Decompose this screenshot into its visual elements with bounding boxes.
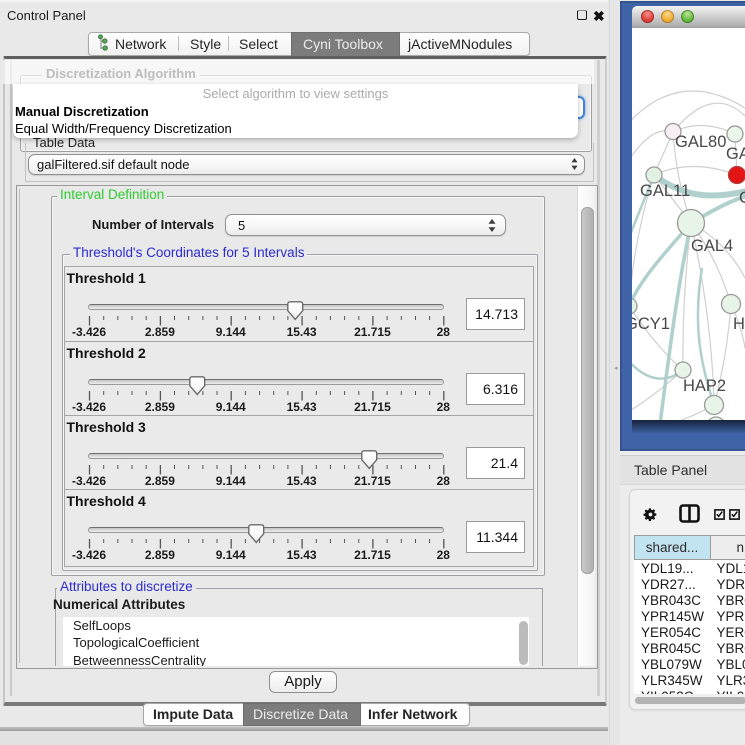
svg-text:HAP2: HAP2 — [683, 377, 726, 395]
svg-text:GAL80: GAL80 — [675, 133, 726, 151]
svg-text:GCY1: GCY1 — [632, 315, 670, 333]
svg-text:GAL4: GAL4 — [691, 237, 733, 255]
svg-text:H: H — [733, 315, 745, 333]
svg-text:GAL11: GAL11 — [640, 182, 690, 200]
svg-text:GA: GA — [726, 145, 745, 163]
svg-text:C: C — [739, 189, 745, 207]
